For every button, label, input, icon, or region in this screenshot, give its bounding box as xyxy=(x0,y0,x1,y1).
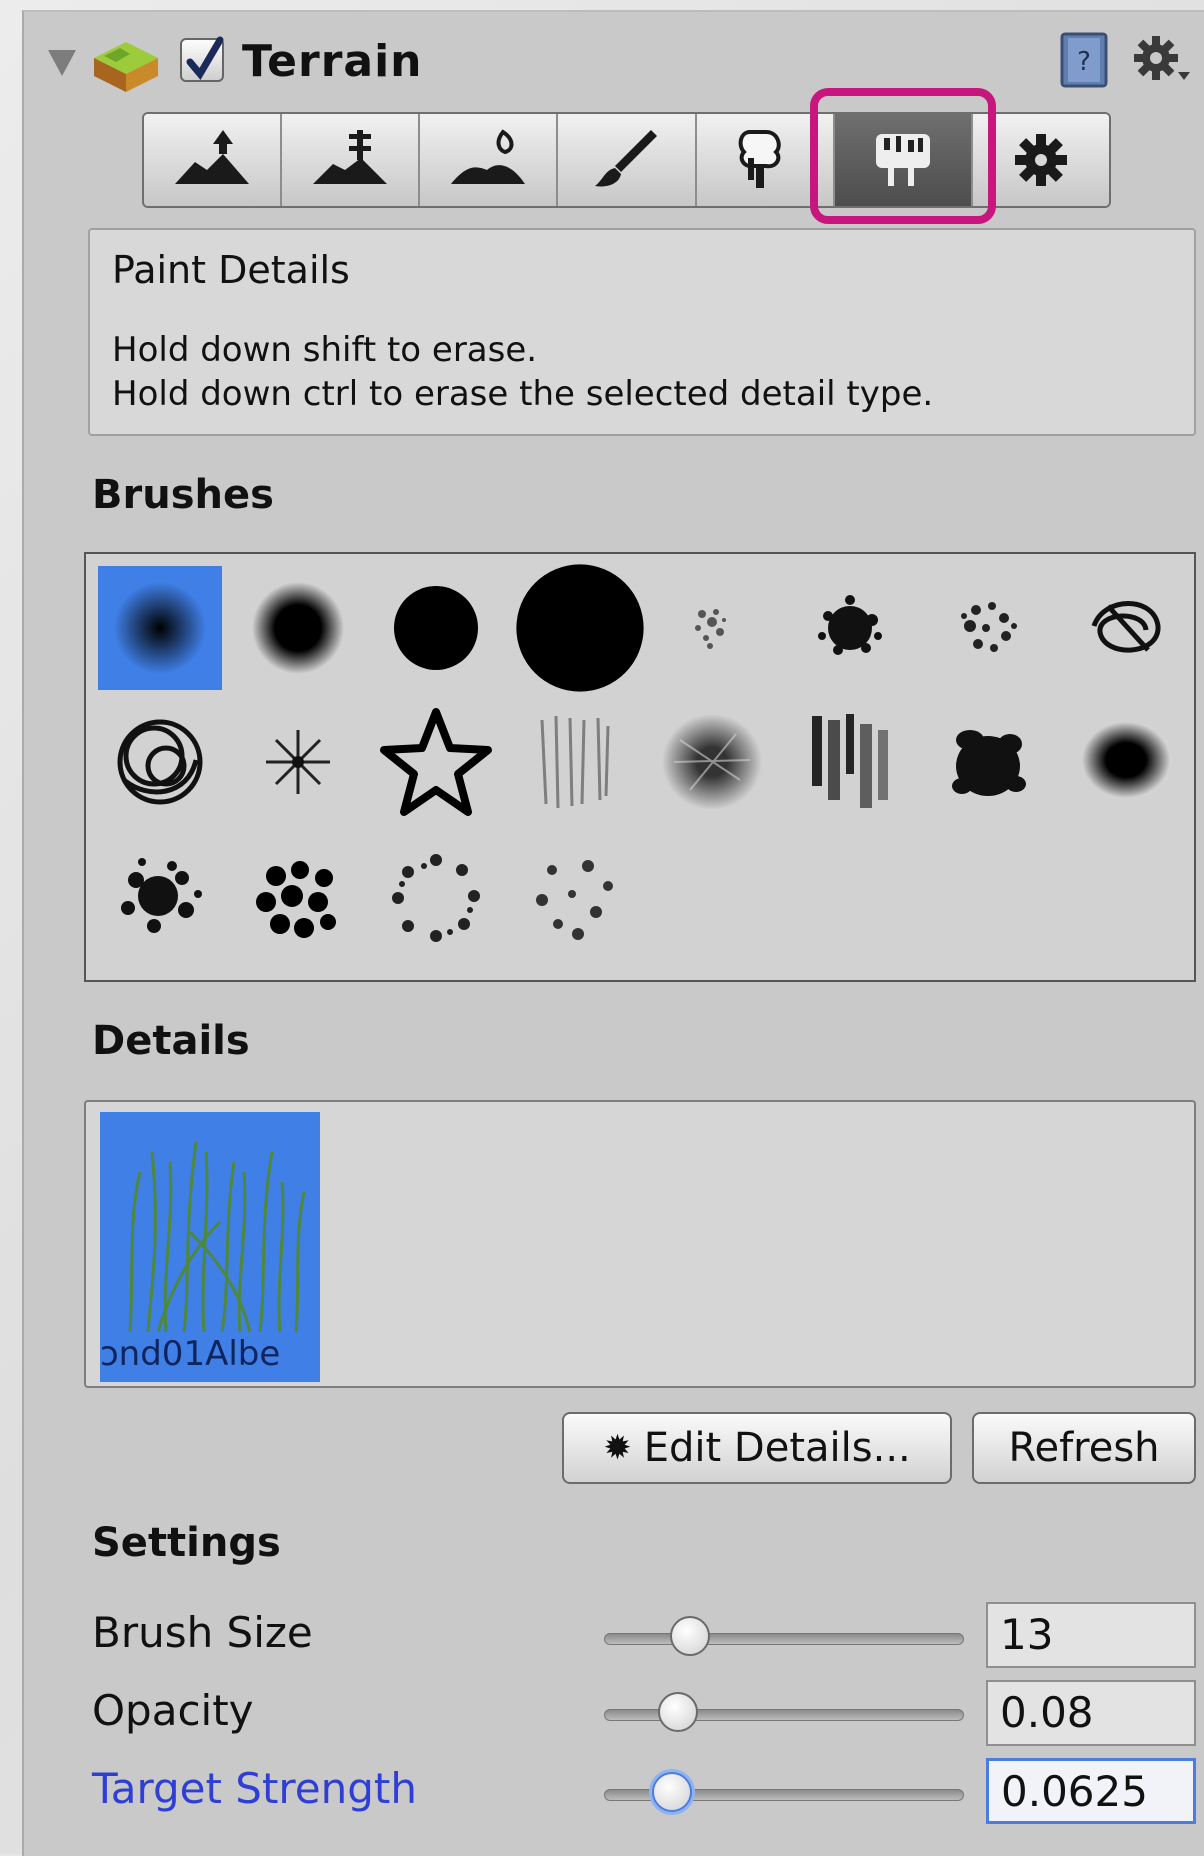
brush-sparse-dots[interactable] xyxy=(512,836,636,960)
detail-item[interactable]: ɔnd01Albe xyxy=(100,1112,320,1382)
brush-sparse-noise[interactable] xyxy=(650,566,774,690)
opacity-field[interactable]: 0.08 xyxy=(986,1680,1196,1746)
smooth-height-icon xyxy=(451,129,526,184)
paint-details-icon xyxy=(875,134,930,186)
raise-lower-terrain-icon xyxy=(175,130,250,184)
paint-height-button[interactable] xyxy=(282,114,421,206)
target-strength-label: Target Strength xyxy=(92,1764,417,1813)
brush-star-outline[interactable] xyxy=(374,700,498,824)
raise-lower-terrain-button[interactable] xyxy=(144,114,283,206)
brush-ring-scatter[interactable] xyxy=(374,836,498,960)
help-title: Paint Details xyxy=(112,248,350,292)
brush-grid xyxy=(84,552,1196,982)
settings-heading: Settings xyxy=(92,1520,281,1566)
component-title: Terrain xyxy=(242,36,423,87)
smooth-height-button[interactable] xyxy=(420,114,559,206)
brush-large-hard-round[interactable] xyxy=(512,560,648,696)
paint-texture-icon xyxy=(595,130,658,187)
slider-track xyxy=(604,1633,964,1645)
brush-soft-blot[interactable] xyxy=(1064,700,1188,824)
slider-thumb[interactable] xyxy=(670,1616,710,1656)
brush-streak[interactable] xyxy=(512,700,636,824)
edit-details-button[interactable]: ✹ Edit Details... xyxy=(562,1412,952,1484)
brush-scribble-noise[interactable] xyxy=(1064,566,1188,690)
brush-soft-round[interactable] xyxy=(98,566,222,690)
brush-scatter-splat[interactable] xyxy=(98,836,222,960)
svg-text:?: ? xyxy=(1077,47,1091,77)
help-line-shift: Hold down shift to erase. xyxy=(112,330,538,370)
target-strength-field[interactable]: 0.0625 xyxy=(986,1758,1196,1824)
place-trees-icon xyxy=(738,130,781,188)
gear-dropdown-icon[interactable] xyxy=(1130,30,1194,90)
edit-details-label: Edit Details... xyxy=(643,1425,911,1471)
slider-thumb[interactable] xyxy=(658,1692,698,1732)
brushes-heading: Brushes xyxy=(92,472,274,518)
brush-size-label: Brush Size xyxy=(92,1608,313,1657)
brush-dense-noise[interactable] xyxy=(788,566,912,690)
enabled-checkbox[interactable] xyxy=(180,36,224,82)
terrain-settings-button[interactable] xyxy=(972,114,1109,206)
brush-size-field[interactable]: 13 xyxy=(986,1602,1196,1668)
details-list: ɔnd01Albe xyxy=(84,1100,1196,1388)
brush-splat[interactable] xyxy=(926,700,1050,824)
brush-size-slider[interactable] xyxy=(604,1616,964,1656)
brush-starburst[interactable] xyxy=(236,700,360,824)
place-trees-button[interactable] xyxy=(696,114,835,206)
paint-texture-button[interactable] xyxy=(558,114,697,206)
help-book-icon[interactable]: ? xyxy=(1056,30,1112,90)
tool-help-box: Paint Details Hold down shift to erase. … xyxy=(88,228,1196,436)
detail-item-label: ɔnd01Albe xyxy=(100,1334,281,1374)
refresh-label: Refresh xyxy=(1008,1425,1160,1471)
brush-grain[interactable] xyxy=(650,700,774,824)
paint-details-button[interactable] xyxy=(834,114,973,206)
details-heading: Details xyxy=(92,1018,250,1064)
opacity-label: Opacity xyxy=(92,1686,254,1735)
brush-medium-round[interactable] xyxy=(236,566,360,690)
brush-swirl[interactable] xyxy=(98,700,222,824)
brush-dots[interactable] xyxy=(236,836,360,960)
terrain-settings-icon xyxy=(1014,134,1067,186)
grass-thumbnail-icon xyxy=(128,1141,306,1333)
target-strength-slider[interactable] xyxy=(604,1772,964,1812)
opacity-slider[interactable] xyxy=(604,1692,964,1732)
refresh-button[interactable]: Refresh xyxy=(972,1412,1196,1484)
slider-thumb[interactable] xyxy=(652,1772,692,1812)
gear-icon: ✹ xyxy=(603,1428,632,1468)
brush-speckle-noise[interactable] xyxy=(926,566,1050,690)
paint-height-icon xyxy=(313,130,388,184)
brush-hard-round[interactable] xyxy=(374,566,498,690)
brush-vertical-streak[interactable] xyxy=(788,700,912,824)
help-line-ctrl: Hold down ctrl to erase the selected det… xyxy=(112,374,934,414)
foldout-arrow-icon[interactable] xyxy=(48,50,76,76)
terrain-object-icon xyxy=(90,34,162,94)
terrain-tools-toolbar xyxy=(142,112,1111,208)
